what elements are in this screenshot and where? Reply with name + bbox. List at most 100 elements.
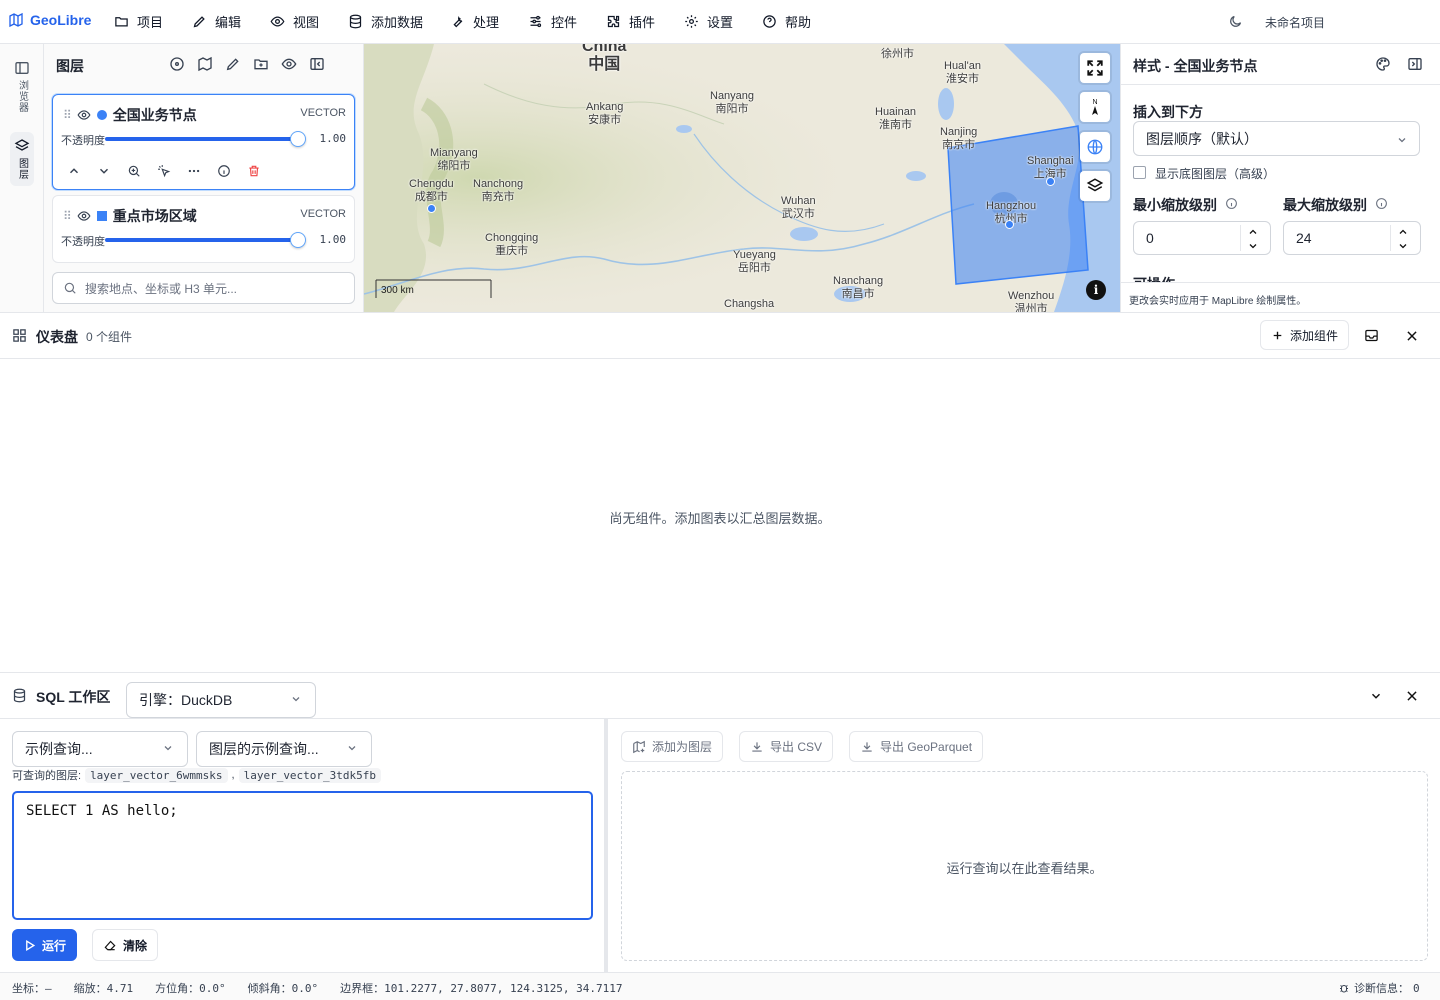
opacity-slider[interactable] <box>105 137 299 141</box>
save-layout-icon[interactable] <box>1364 328 1379 343</box>
layer-example-query-select[interactable]: 图层的示例查询... <box>196 731 372 767</box>
clear-button[interactable]: 清除 <box>92 929 159 961</box>
location-search[interactable]: 搜索地点、坐标或 H3 单元... <box>52 272 355 304</box>
rail-layers[interactable]: 图层 <box>10 132 34 186</box>
queryable-layer-tag[interactable]: layer_vector_3tdk5fb <box>238 767 382 783</box>
increment-icon[interactable] <box>1397 226 1409 238</box>
layers-panel: 图层 ⠿ 全国业务节点 VECTOR 不透明度 1.00 ⠿ 重点市场区域 VE… <box>44 44 364 312</box>
insert-below-select[interactable]: 图层顺序（默认） <box>1133 121 1420 156</box>
basemap-icon[interactable] <box>197 56 213 72</box>
diagnostics[interactable]: 诊断信息： 0 <box>1338 980 1420 996</box>
business-node-marker[interactable] <box>1005 220 1014 229</box>
city-label: Ankang 安康市 <box>586 101 624 126</box>
drag-handle-icon[interactable]: ⠿ <box>63 108 72 122</box>
project-name[interactable]: 未命名项目 <box>1265 14 1325 31</box>
map-plus-icon <box>633 740 645 753</box>
engine-select[interactable]: 引擎：DuckDB <box>126 682 316 718</box>
city-label: Changsha <box>724 298 775 310</box>
eye-icon[interactable] <box>77 209 91 223</box>
min-zoom-input[interactable]: 0 <box>1133 221 1271 255</box>
collapse-chevron-icon[interactable] <box>1369 689 1383 703</box>
add-widget-button[interactable]: 添加组件 <box>1260 320 1350 350</box>
city-label: Huainan 淮南市 <box>875 106 916 131</box>
menu-settings[interactable]: 设置 <box>684 12 733 31</box>
info-icon[interactable] <box>217 164 231 178</box>
select-value: 图层的示例查询... <box>209 741 319 757</box>
export-csv-button[interactable]: 导出 CSV <box>739 731 834 762</box>
info-icon[interactable] <box>1375 197 1388 210</box>
delete-icon[interactable] <box>247 164 261 178</box>
city-label: Hual'an 淮安市 <box>944 60 981 85</box>
diag-value: 0 <box>1413 981 1420 995</box>
visibility-icon[interactable] <box>281 56 297 72</box>
collapse-panel-icon[interactable] <box>1407 56 1423 72</box>
more-icon[interactable] <box>187 164 201 178</box>
chevron-down-icon <box>164 746 172 751</box>
diag-label: 诊断信息： <box>1354 983 1409 995</box>
business-node-marker[interactable] <box>427 204 436 213</box>
opacity-slider-thumb[interactable] <box>290 232 306 248</box>
drag-handle-icon[interactable]: ⠿ <box>63 209 72 223</box>
decrement-icon[interactable] <box>1397 240 1409 252</box>
search-placeholder: 搜索地点、坐标或 H3 单元... <box>85 281 238 296</box>
move-down-icon[interactable] <box>97 164 111 178</box>
decrement-icon[interactable] <box>1247 240 1259 252</box>
show-basemap-checkbox[interactable] <box>1133 166 1146 179</box>
layer-card[interactable]: ⠿ 重点市场区域 VECTOR 不透明度 1.00 <box>52 195 355 263</box>
increment-icon[interactable] <box>1247 226 1259 238</box>
divider <box>1240 225 1241 251</box>
opacity-slider-thumb[interactable] <box>290 131 306 147</box>
layer-card[interactable]: ⠿ 全国业务节点 VECTOR 不透明度 1.00 <box>52 94 355 190</box>
browser-panel-icon <box>15 62 29 74</box>
bounds-readout: 边界框：101.2277, 27.8077, 124.3125, 34.7117 <box>340 982 623 995</box>
pane-splitter[interactable] <box>604 719 608 973</box>
eye-icon[interactable] <box>77 108 91 122</box>
export-geoparquet-button[interactable]: 导出 GeoParquet <box>849 731 984 762</box>
compass-button[interactable]: N <box>1080 92 1110 122</box>
insert-below-label: 插入到下方 <box>1133 104 1203 120</box>
example-query-select[interactable]: 示例查询... <box>12 731 188 767</box>
theme-toggle[interactable] <box>1228 14 1243 29</box>
move-up-icon[interactable] <box>67 164 81 178</box>
city-label: Nanjing 南京市 <box>940 126 978 151</box>
queryable-layer-tag[interactable]: layer_vector_6wmmsks <box>85 767 228 783</box>
attribution-info-icon[interactable]: i <box>1086 280 1106 300</box>
business-node-marker[interactable] <box>1046 177 1055 186</box>
menu-controls[interactable]: 控件 <box>528 12 577 31</box>
city-label: Chengdu 成都市 <box>409 178 454 203</box>
collapse-panel-icon[interactable] <box>309 56 325 72</box>
menu-help[interactable]: 帮助 <box>762 12 811 31</box>
add-layer-disc-icon[interactable] <box>169 56 185 72</box>
close-icon[interactable] <box>1405 329 1419 343</box>
layer-switcher-button[interactable] <box>1080 171 1110 201</box>
folder-plus-icon[interactable] <box>253 56 269 72</box>
sql-editor[interactable]: SELECT 1 AS hello; <box>12 791 593 920</box>
identify-icon[interactable] <box>157 164 171 178</box>
app-logo[interactable]: GeoLibre <box>8 12 91 28</box>
run-button[interactable]: 运行 <box>12 929 78 961</box>
draw-icon[interactable] <box>225 56 241 72</box>
opacity-label: 不透明度 <box>61 236 105 248</box>
globe-button[interactable] <box>1080 132 1110 162</box>
download-icon <box>862 741 872 752</box>
close-icon[interactable] <box>1405 689 1419 703</box>
palette-icon[interactable] <box>1375 56 1391 72</box>
show-basemap-label: 显示底图图层（高级） <box>1155 167 1276 181</box>
menu-project[interactable]: 项目 <box>114 12 163 31</box>
rail-browser[interactable]: 浏览器 <box>10 54 34 119</box>
info-icon[interactable] <box>1225 197 1238 210</box>
menu-process[interactable]: 处理 <box>450 12 499 31</box>
menu-add-data[interactable]: 添加数据 <box>348 12 423 31</box>
menu-plugins[interactable]: 插件 <box>606 12 655 31</box>
menu-view[interactable]: 视图 <box>270 12 319 31</box>
menu-edit[interactable]: 编辑 <box>192 12 241 31</box>
max-zoom-input[interactable]: 24 <box>1283 221 1421 255</box>
dashboard-panel: 仪表盘 0 个组件 添加组件 尚无组件。添加图表以汇总图层数据。 <box>0 312 1440 672</box>
add-as-layer-button[interactable]: 添加为图层 <box>621 731 724 762</box>
layers-panel-title: 图层 <box>56 58 84 74</box>
map-canvas[interactable]: China 中国 Ankang 安康市 Nanyang 南阳市 徐州市 Hual'an… <box>364 44 1120 312</box>
opacity-slider[interactable] <box>105 238 299 242</box>
fullscreen-button[interactable] <box>1080 53 1110 83</box>
zoom-to-layer-icon[interactable] <box>127 164 141 178</box>
button-label: 运行 <box>42 938 67 953</box>
